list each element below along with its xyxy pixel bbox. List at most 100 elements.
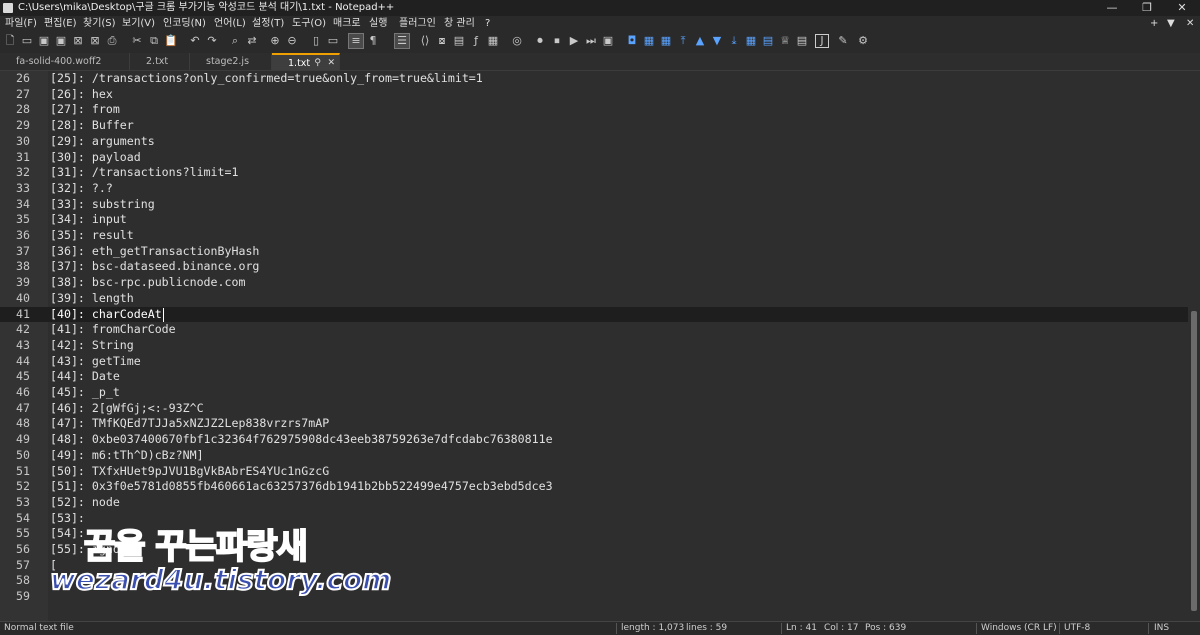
close-doc-icon[interactable]: ✕: [1186, 16, 1194, 31]
save-all-icon[interactable]: ▣: [54, 34, 68, 48]
editor-line[interactable]: 37 [36]: eth_getTransactionByHash: [0, 244, 1190, 260]
plugin-11-icon[interactable]: ▤: [795, 34, 809, 48]
word-wrap-icon[interactable]: ≡: [348, 33, 364, 49]
menu-tools[interactable]: 도구(O): [292, 16, 326, 31]
paste-icon[interactable]: 📋: [164, 34, 178, 48]
pin-icon[interactable]: ⚲: [314, 55, 321, 72]
plugin-8-icon[interactable]: ▦: [744, 34, 758, 48]
plugin-13-icon[interactable]: ✎: [836, 34, 850, 48]
indent-guide-icon[interactable]: ☰: [394, 33, 410, 49]
editor-line[interactable]: 46 [45]: _p_t: [0, 385, 1190, 401]
editor-line[interactable]: 51 [50]: TXfxHUet9pJVU1BgVkBAbrES4YUc1nGz…: [0, 464, 1190, 480]
editor-line[interactable]: 48 [47]: TMfKQEd7TJJa5xNZJZ2Lep838vrzrs7m…: [0, 416, 1190, 432]
editor-line[interactable]: 43 [42]: String: [0, 338, 1190, 354]
menu-search[interactable]: 찾기(S): [83, 16, 116, 31]
plugin-2-icon[interactable]: ▦: [642, 34, 656, 48]
close-all-icon[interactable]: ⊠: [88, 34, 102, 48]
editor-line[interactable]: 34 [33]: substring: [0, 197, 1190, 213]
tab-stage2-js[interactable]: stage2.js: [190, 53, 272, 70]
editor-line[interactable]: 38 [37]: bsc-dataseed.binance.org: [0, 259, 1190, 275]
status-encoding[interactable]: UTF-8: [1064, 622, 1090, 635]
tab-2-txt[interactable]: 2.txt: [130, 53, 190, 70]
editor-line[interactable]: 35 [34]: input: [0, 212, 1190, 228]
close-tab-icon[interactable]: ✕: [327, 55, 335, 72]
menu-language[interactable]: 언어(L): [214, 16, 246, 31]
plugin-4-icon[interactable]: ⤒: [676, 34, 690, 48]
monitor-icon[interactable]: ◎: [510, 34, 524, 48]
plugin-10-icon[interactable]: ♕: [778, 34, 792, 48]
xml-icon[interactable]: ⧇: [435, 34, 449, 48]
undo-icon[interactable]: ↶: [188, 34, 202, 48]
editor-line[interactable]: 47 [46]: 2[gWfGj;<:-93Z^C: [0, 401, 1190, 417]
play-macro-icon[interactable]: ▶: [567, 34, 581, 48]
editor-line[interactable]: 52 [51]: 0x3f0e5781d0855fb460661ac6325737…: [0, 479, 1190, 495]
plugin-3-icon[interactable]: ▦: [659, 34, 673, 48]
menu-plugins[interactable]: 플러그인: [399, 16, 436, 31]
editor-line[interactable]: 32 [31]: /transactions?limit=1: [0, 165, 1190, 181]
editor-line[interactable]: 53 [52]: node: [0, 495, 1190, 511]
editor-line[interactable]: 45 [44]: Date: [0, 369, 1190, 385]
plugin-14-icon[interactable]: ⚙: [856, 34, 870, 48]
close-icon[interactable]: ⊠: [71, 34, 85, 48]
replace-icon[interactable]: ⇄: [245, 34, 259, 48]
tab-1-txt[interactable]: 1.txt ⚲ ✕: [272, 53, 340, 70]
editor-line[interactable]: 49 [48]: 0xbe037400670fbf1c32364f76297590…: [0, 432, 1190, 448]
scrollbar-thumb[interactable]: [1191, 311, 1197, 611]
status-eol[interactable]: Windows (CR LF): [981, 622, 1057, 635]
maximize-button[interactable]: ❐: [1132, 0, 1162, 16]
menu-settings[interactable]: 설정(T): [252, 16, 284, 31]
plugin-12-icon[interactable]: J: [815, 34, 829, 48]
plugin-9-icon[interactable]: ▤: [761, 34, 775, 48]
plugin-5-icon[interactable]: ▲: [693, 34, 707, 48]
sync-vertical-icon[interactable]: ▯: [309, 34, 323, 48]
save-icon[interactable]: ▣: [37, 34, 51, 48]
folder-workspace-icon[interactable]: ▦: [486, 34, 500, 48]
plugin-6-icon[interactable]: ▼: [710, 34, 724, 48]
new-file-icon[interactable]: 🗋: [3, 34, 17, 48]
editor-line[interactable]: 40 [39]: length: [0, 291, 1190, 307]
record-macro-icon[interactable]: ⏺: [533, 34, 547, 48]
find-icon[interactable]: ⌕: [228, 34, 242, 48]
tab-fa-solid-400[interactable]: fa-solid-400.woff2: [0, 53, 130, 70]
close-window-button[interactable]: ✕: [1167, 0, 1197, 16]
sync-horizontal-icon[interactable]: ▭: [326, 34, 340, 48]
tab-list-dropdown-icon[interactable]: ▼: [1167, 16, 1175, 31]
editor-line[interactable]: 44 [43]: getTime: [0, 354, 1190, 370]
function-list-icon[interactable]: ƒ: [469, 34, 483, 48]
editor-line[interactable]: 42 [41]: fromCharCode: [0, 322, 1190, 338]
zoom-out-icon[interactable]: ⊖: [285, 34, 299, 48]
show-all-chars-icon[interactable]: ¶: [366, 34, 380, 48]
editor-line[interactable]: 30 [29]: arguments: [0, 134, 1190, 150]
editor-area[interactable]: 26 [25]: /transactions?only_confirmed=tru…: [0, 71, 1200, 621]
zoom-in-icon[interactable]: ⊕: [268, 34, 282, 48]
editor-line[interactable]: 33 [32]: ?.?: [0, 181, 1190, 197]
open-file-icon[interactable]: ▭: [20, 34, 34, 48]
new-tab-plus-icon[interactable]: +: [1150, 16, 1158, 31]
menu-help[interactable]: ?: [485, 16, 490, 31]
editor-line[interactable]: 29 [28]: Buffer: [0, 118, 1190, 134]
vertical-scrollbar[interactable]: [1188, 71, 1200, 621]
plugin-1-icon[interactable]: ◘: [625, 34, 639, 48]
copy-icon[interactable]: ⧉: [147, 34, 161, 48]
editor-line[interactable]: 31 [30]: payload: [0, 150, 1190, 166]
menu-file[interactable]: 파일(F): [5, 16, 37, 31]
cut-icon[interactable]: ✂: [130, 34, 144, 48]
editor-line[interactable]: 41 [40]: charCodeAt: [0, 306, 1190, 323]
udl-icon[interactable]: ⟨⟩: [418, 34, 432, 48]
minimize-button[interactable]: —: [1097, 0, 1127, 16]
menu-view[interactable]: 보기(V): [122, 16, 155, 31]
redo-icon[interactable]: ↷: [205, 34, 219, 48]
editor-line[interactable]: 27 [26]: hex: [0, 87, 1190, 103]
plugin-7-icon[interactable]: ⤓: [727, 34, 741, 48]
menu-edit[interactable]: 편집(E): [44, 16, 77, 31]
print-icon[interactable]: ⎙: [105, 34, 119, 48]
status-mode[interactable]: INS: [1154, 622, 1169, 635]
editor-line[interactable]: 36 [35]: result: [0, 228, 1190, 244]
menu-encoding[interactable]: 인코딩(N): [163, 16, 206, 31]
doc-map-icon[interactable]: ▤: [452, 34, 466, 48]
save-macro-icon[interactable]: ▣: [601, 34, 615, 48]
menu-window[interactable]: 창 관리: [444, 16, 475, 31]
editor-line[interactable]: 28 [27]: from: [0, 102, 1190, 118]
stop-macro-icon[interactable]: ⏹: [550, 34, 564, 48]
menu-macro[interactable]: 매크로: [333, 16, 361, 31]
